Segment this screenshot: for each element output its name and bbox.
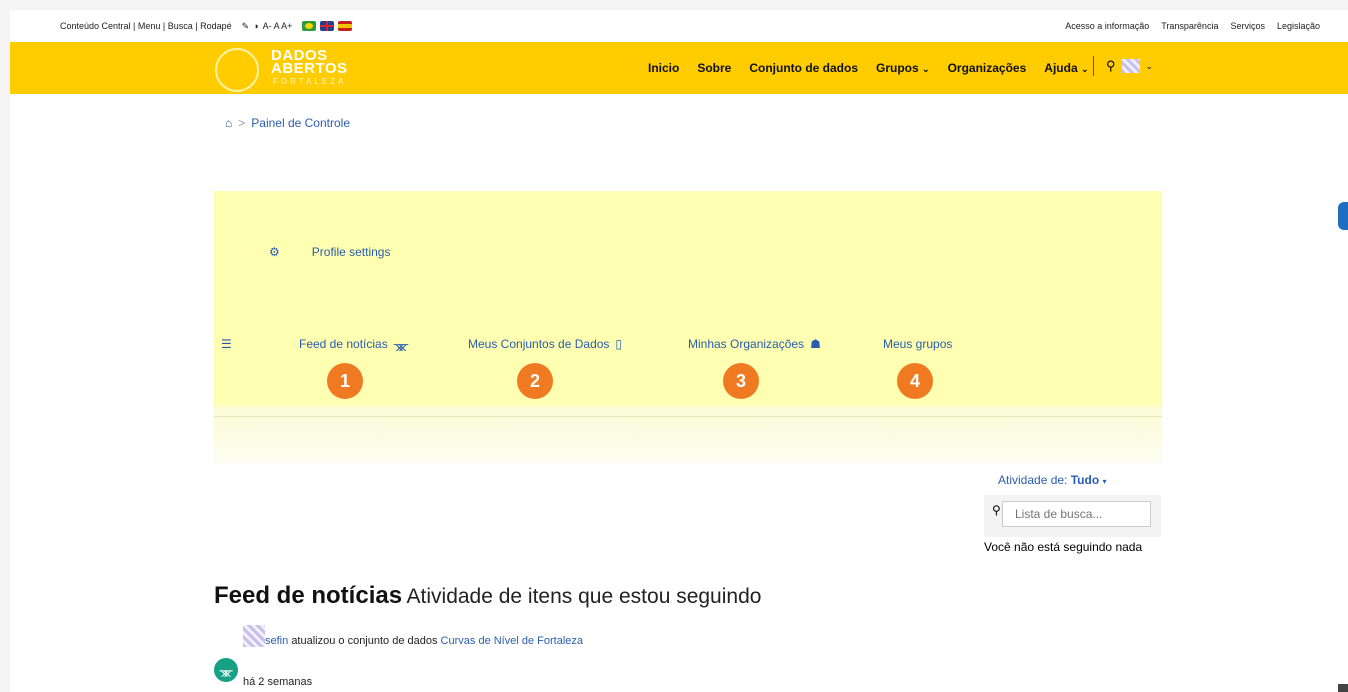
- home-icon[interactable]: ⌂: [225, 116, 232, 130]
- feed-subtitle: Atividade de itens que estou seguindo: [406, 585, 762, 608]
- building-icon: ▯: [615, 337, 623, 351]
- site-logo[interactable]: DADOS ABERTOS FORTALEZA: [213, 46, 353, 92]
- step-badge-2: 2: [517, 363, 553, 399]
- step-badge-3: 3: [723, 363, 759, 399]
- caret-down-icon: ▾: [1102, 477, 1107, 486]
- step-badge-1: 1: [327, 363, 363, 399]
- tab-feed-label: Feed de notícias: [299, 337, 388, 351]
- feed-title: Feed de notícias: [214, 582, 403, 609]
- lighthouse-logo-icon: [215, 48, 259, 92]
- sitemap-icon: ᚘ: [393, 337, 409, 351]
- nav-sobre[interactable]: Sobre: [697, 61, 731, 75]
- nav-divider: [1093, 56, 1094, 76]
- users-icon: ☗: [810, 337, 821, 351]
- gear-icon: ⚙: [269, 245, 280, 259]
- top-link-acesso[interactable]: Acesso a informação: [1065, 21, 1149, 31]
- nav-grupos[interactable]: Grupos ⌄: [876, 61, 930, 75]
- list-icon[interactable]: ☰: [221, 337, 232, 351]
- step-badge-4: 4: [897, 363, 933, 399]
- main-navbar: DADOS ABERTOS FORTALEZA Inicio Sobre Con…: [10, 42, 1348, 94]
- profile-settings-label: Profile settings: [311, 245, 391, 259]
- activity-label: Atividade de:: [998, 473, 1068, 487]
- feed-heading: Feed de notícias Atividade de itens que …: [214, 582, 761, 610]
- corner-widget: [1338, 684, 1348, 692]
- activity-dataset-link[interactable]: Curvas de Nível de Fortaleza: [441, 635, 583, 647]
- breadcrumb-separator: >: [238, 116, 246, 130]
- chevron-down-icon: ⌄: [1080, 64, 1089, 74]
- nav-tools: ⚲ ⌄: [1093, 56, 1153, 76]
- tab-my-groups[interactable]: Meus grupos: [883, 337, 952, 351]
- activity-item: sefin atualizou o conjunto de dados Curv…: [243, 625, 583, 647]
- logo-line2: ABERTOS: [271, 60, 348, 77]
- tab-feed[interactable]: Feed de notícias ᚘ: [299, 337, 408, 351]
- accessibility-bar: Conteúdo Central | Menu | Busca | Rodapé…: [10, 10, 1348, 42]
- contrast-icon[interactable]: ◑: [253, 21, 258, 31]
- user-avatar[interactable]: [243, 625, 265, 647]
- dashboard-divider: [214, 416, 1162, 417]
- dashboard-panel: ⚙ Profile settings ☰ Feed de notícias ᚘ …: [214, 191, 1162, 463]
- nav-ajuda[interactable]: Ajuda ⌄: [1044, 61, 1088, 75]
- follow-search: ⚲: [984, 495, 1161, 537]
- logo-line3: FORTALEZA: [273, 77, 347, 86]
- not-following-text: Você não está seguindo nada: [984, 540, 1143, 554]
- settings-wand-icon[interactable]: ✎: [242, 21, 250, 31]
- language-globe-icon[interactable]: [1121, 59, 1140, 73]
- tab-datasets-label: Meus Conjuntos de Dados: [468, 337, 610, 351]
- breadcrumb: ⌂ > Painel de Controle: [225, 116, 350, 130]
- top-link-servicos[interactable]: Serviços: [1230, 21, 1265, 31]
- activity-value: Tudo: [1070, 473, 1100, 487]
- nav-links: Inicio Sobre Conjunto de dados Grupos ⌄ …: [648, 61, 1089, 75]
- activity-time: há 2 semanas: [243, 676, 313, 688]
- nav-inicio[interactable]: Inicio: [648, 61, 679, 75]
- uk-flag-icon[interactable]: [320, 21, 335, 31]
- tab-orgs-label: Minhas Organizações: [688, 337, 805, 351]
- tab-my-organizations[interactable]: Minhas Organizações ☗: [688, 337, 821, 351]
- activity-action: atualizou o conjunto de dados: [291, 635, 438, 647]
- nav-conjunto-de-dados[interactable]: Conjunto de dados: [749, 61, 858, 75]
- top-link-legislacao[interactable]: Legislação: [1277, 21, 1320, 31]
- skip-links[interactable]: Conteúdo Central | Menu | Busca | Rodapé: [60, 21, 232, 31]
- tab-my-datasets[interactable]: Meus Conjuntos de Dados ▯: [468, 337, 622, 351]
- accessibility-controls: Conteúdo Central | Menu | Busca | Rodapé…: [60, 21, 353, 31]
- breadcrumb-current[interactable]: Painel de Controle: [251, 116, 350, 130]
- nav-grupos-label: Grupos: [876, 61, 919, 75]
- search-icon[interactable]: ⚲: [1106, 58, 1116, 74]
- top-link-transparencia[interactable]: Transparência: [1161, 21, 1218, 31]
- vlibras-badge[interactable]: [1338, 202, 1348, 230]
- font-size-controls[interactable]: A- A A+: [263, 21, 293, 31]
- dataset-activity-icon: ᚘ: [214, 658, 238, 682]
- follow-search-input[interactable]: [1002, 501, 1151, 527]
- activity-user-link[interactable]: sefin: [265, 635, 288, 647]
- tab-groups-label: Meus grupos: [883, 337, 953, 351]
- nav-organizacoes[interactable]: Organizações: [948, 61, 1027, 75]
- page: Conteúdo Central | Menu | Busca | Rodapé…: [10, 10, 1348, 692]
- brazil-flag-icon[interactable]: [302, 21, 317, 31]
- spain-flag-icon[interactable]: [338, 21, 353, 31]
- chevron-down-icon: ⌄: [922, 64, 930, 74]
- chevron-down-icon[interactable]: ⌄: [1146, 61, 1154, 72]
- top-links: Acesso a informação Transparência Serviç…: [1065, 21, 1320, 31]
- nav-ajuda-label: Ajuda: [1044, 61, 1078, 75]
- activity-filter[interactable]: Atividade de: Tudo ▾: [998, 473, 1107, 487]
- search-icon: ⚲: [992, 503, 1001, 517]
- profile-settings-link[interactable]: ⚙ Profile settings: [269, 245, 390, 259]
